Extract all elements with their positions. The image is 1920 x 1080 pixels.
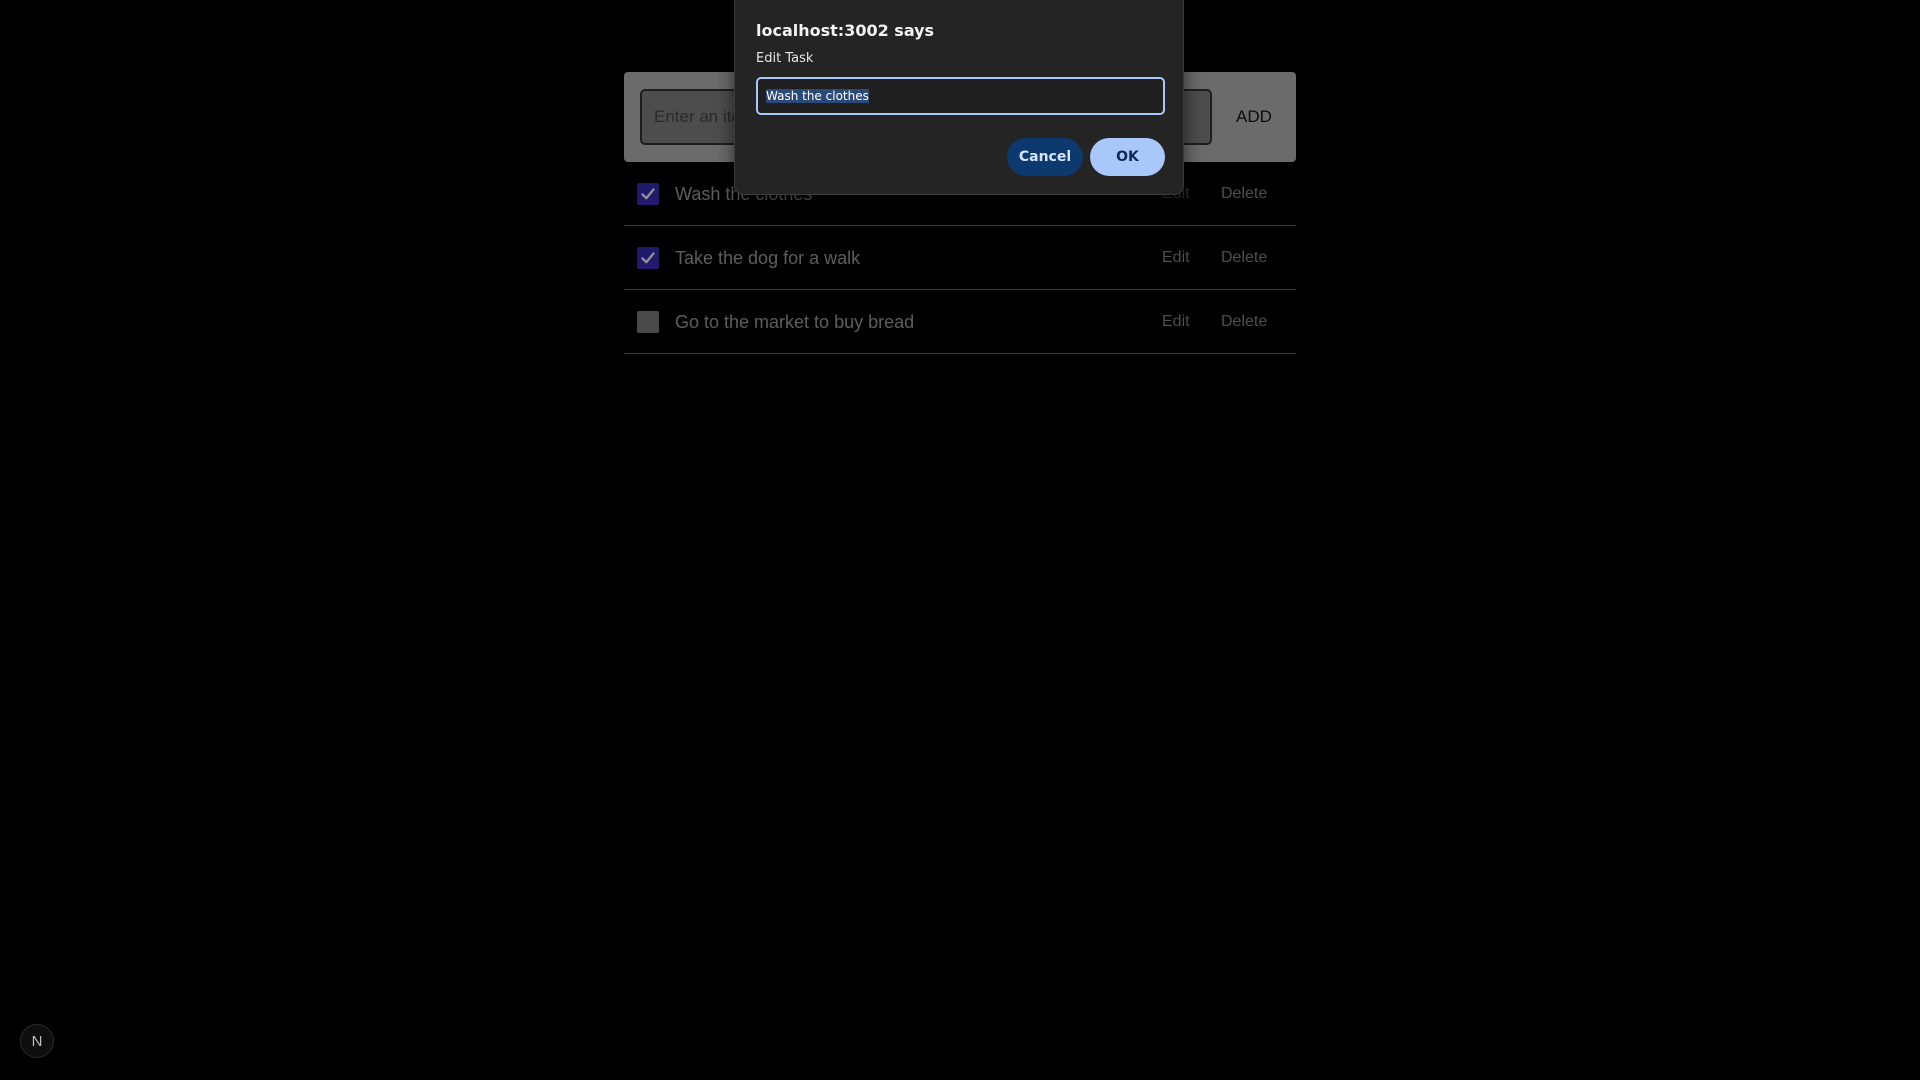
todo-checkbox[interactable] [637,183,659,205]
todo-text: Go to the market to buy bread [675,312,915,332]
add-button[interactable]: ADD [1212,89,1296,145]
dialog-title: localhost:3002 says [756,21,935,40]
cancel-button[interactable]: Cancel [1007,138,1083,176]
delete-button[interactable]: Delete [1221,312,1267,332]
nextjs-logo-icon: N [31,1032,43,1050]
prompt-dialog: localhost:3002 says Edit Task Cancel OK [734,0,1184,195]
edit-button[interactable]: Edit [1162,248,1190,268]
delete-button[interactable]: Delete [1221,248,1267,268]
dialog-input[interactable] [756,77,1165,115]
dialog-message: Edit Task [756,51,814,66]
ok-button[interactable]: OK [1090,138,1165,176]
todo-checkbox[interactable] [637,311,659,333]
edit-button[interactable]: Edit [1162,312,1190,332]
todo-item: Take the dog for a walk Edit Delete [624,226,1296,290]
todo-item: Go to the market to buy bread Edit Delet… [624,290,1296,354]
todo-text: Take the dog for a walk [675,248,861,268]
checkmark-icon [641,188,655,200]
todo-checkbox[interactable] [637,247,659,269]
nextjs-dev-badge[interactable]: N [20,1024,54,1058]
delete-button[interactable]: Delete [1221,184,1267,204]
checkmark-icon [641,252,655,264]
